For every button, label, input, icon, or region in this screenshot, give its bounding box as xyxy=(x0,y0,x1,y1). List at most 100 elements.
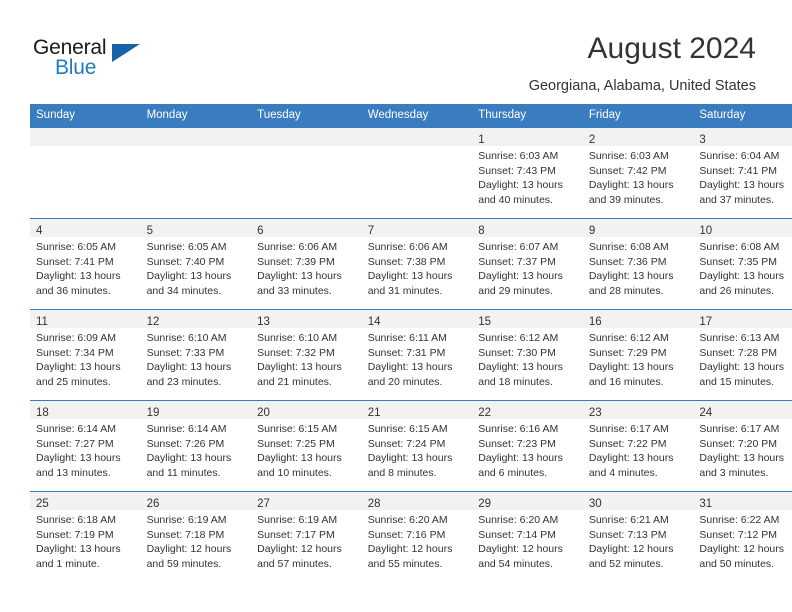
day-detail-line: Sunset: 7:31 PM xyxy=(367,346,446,359)
calendar-day-cell[interactable]: 14 Sunrise: 6:11 AM Sunset: 7:31 PM Dayligh… xyxy=(361,309,473,401)
day-detail-line: Daylight: 13 hours xyxy=(367,270,453,283)
day-detail-line: Daylight: 13 hours xyxy=(478,361,563,374)
day-detail-line: Sunset: 7:30 PM xyxy=(478,346,556,359)
calendar-day-cell-empty xyxy=(30,127,141,219)
day-number-band xyxy=(30,128,141,146)
day-detail-line: Daylight: 13 hours xyxy=(588,361,674,374)
day-number: 1 xyxy=(478,134,485,146)
day-detail-line: Sunset: 7:23 PM xyxy=(478,437,556,450)
day-detail-list: Sunrise: 6:14 AM Sunset: 7:26 PM Daylight:… xyxy=(141,419,252,480)
day-number-band: 16 xyxy=(582,310,694,328)
day-detail-line: and 1 minute. xyxy=(36,557,100,570)
calendar-day-cell[interactable]: 17 Sunrise: 6:13 AM Sunset: 7:28 PM Dayligh… xyxy=(693,309,792,401)
day-number: 28 xyxy=(367,498,381,510)
day-detail-list xyxy=(141,146,252,149)
day-detail-line: and 31 minutes. xyxy=(367,284,443,297)
day-detail-line: and 37 minutes. xyxy=(699,193,775,206)
day-number: 14 xyxy=(367,316,381,328)
general-blue-logo[interactable]: General Blue xyxy=(33,36,153,82)
day-number: 3 xyxy=(699,134,706,146)
day-number: 17 xyxy=(699,316,713,328)
day-detail-line: Sunrise: 6:07 AM xyxy=(478,241,559,253)
calendar-day-cell[interactable]: 1 Sunrise: 6:03 AM Sunset: 7:43 PM Daylight… xyxy=(472,127,583,219)
calendar-day-cell[interactable]: 13 Sunrise: 6:10 AM Sunset: 7:32 PM Dayligh… xyxy=(251,309,362,401)
day-number: 11 xyxy=(36,316,48,328)
day-detail-line: Sunset: 7:14 PM xyxy=(478,528,556,541)
calendar-day-cell[interactable]: 7 Sunrise: 6:06 AM Sunset: 7:38 PM Daylight… xyxy=(361,218,473,310)
calendar-day-cell[interactable]: 24 Sunrise: 6:17 AM Sunset: 7:20 PM Dayligh… xyxy=(693,400,792,492)
calendar-day-cell[interactable]: 4 Sunrise: 6:05 AM Sunset: 7:41 PM Daylight… xyxy=(30,218,141,310)
page-subtitle: Georgiana, Alabama, United States xyxy=(528,78,756,94)
day-number-band: 8 xyxy=(472,219,583,237)
calendar-day-cell[interactable]: 12 Sunrise: 6:10 AM Sunset: 7:33 PM Dayligh… xyxy=(140,309,252,401)
day-detail-list: Sunrise: 6:08 AM Sunset: 7:36 PM Daylight:… xyxy=(583,237,694,298)
day-detail-line: Daylight: 13 hours xyxy=(36,452,121,465)
weekday-header-sunday: Sunday xyxy=(30,104,141,128)
calendar-header-row: Sunday Monday Tuesday Wednesday Thursday Frid… xyxy=(30,104,792,128)
calendar-day-cell[interactable]: 15 Sunrise: 6:12 AM Sunset: 7:30 PM Dayligh… xyxy=(472,309,583,401)
day-detail-list: Sunrise: 6:17 AM Sunset: 7:22 PM Daylight:… xyxy=(583,419,694,480)
day-detail-line: Daylight: 13 hours xyxy=(588,270,674,283)
calendar-day-cell[interactable]: 21 Sunrise: 6:15 AM Sunset: 7:24 PM Dayligh… xyxy=(361,400,473,492)
day-detail-list: Sunrise: 6:06 AM Sunset: 7:39 PM Daylight:… xyxy=(251,237,362,298)
calendar-day-cell[interactable]: 20 Sunrise: 6:15 AM Sunset: 7:25 PM Dayligh… xyxy=(251,400,362,492)
day-detail-line: Daylight: 13 hours xyxy=(699,179,785,192)
day-detail-line: Sunrise: 6:10 AM xyxy=(257,332,338,344)
calendar-day-cell[interactable]: 6 Sunrise: 6:06 AM Sunset: 7:39 PM Daylight… xyxy=(251,218,362,310)
day-detail-line: and 8 minutes. xyxy=(367,466,437,479)
day-detail-line: Sunrise: 6:05 AM xyxy=(146,241,227,253)
day-detail-line: Daylight: 12 hours xyxy=(257,543,342,556)
calendar-day-cell[interactable]: 3 Sunrise: 6:04 AM Sunset: 7:41 PM Daylight… xyxy=(693,127,792,219)
day-detail-line: Daylight: 13 hours xyxy=(699,452,785,465)
day-detail-line: Sunrise: 6:18 AM xyxy=(36,514,116,526)
calendar-day-cell[interactable]: 26 Sunrise: 6:19 AM Sunset: 7:18 PM Dayligh… xyxy=(140,491,252,582)
day-number-band: 12 xyxy=(140,310,252,328)
day-detail-line: Sunset: 7:37 PM xyxy=(478,255,556,268)
day-detail-line: and 16 minutes. xyxy=(588,375,664,388)
calendar-day-cell[interactable]: 9 Sunrise: 6:08 AM Sunset: 7:36 PM Daylight… xyxy=(582,218,694,310)
calendar-day-cell[interactable]: 29 Sunrise: 6:20 AM Sunset: 7:14 PM Dayligh… xyxy=(472,491,583,582)
day-number: 21 xyxy=(367,407,381,419)
day-detail-list: Sunrise: 6:08 AM Sunset: 7:35 PM Daylight:… xyxy=(693,237,792,298)
day-detail-list: Sunrise: 6:16 AM Sunset: 7:23 PM Daylight:… xyxy=(472,419,583,480)
day-detail-list: Sunrise: 6:20 AM Sunset: 7:14 PM Daylight:… xyxy=(472,510,583,571)
day-detail-list: Sunrise: 6:06 AM Sunset: 7:38 PM Daylight:… xyxy=(362,237,473,298)
calendar-day-cell[interactable]: 30 Sunrise: 6:21 AM Sunset: 7:13 PM Dayligh… xyxy=(582,491,694,582)
weekday-header-row: Sunday Monday Tuesday Wednesday Thursday Frid… xyxy=(30,104,792,128)
day-detail-line: and 18 minutes. xyxy=(478,375,553,388)
day-number: 12 xyxy=(146,316,160,328)
day-detail-list: Sunrise: 6:20 AM Sunset: 7:16 PM Daylight:… xyxy=(362,510,473,571)
calendar-day-cell[interactable]: 19 Sunrise: 6:14 AM Sunset: 7:26 PM Dayligh… xyxy=(140,400,252,492)
day-detail-line: Sunrise: 6:11 AM xyxy=(367,332,447,344)
day-detail-list: Sunrise: 6:22 AM Sunset: 7:12 PM Daylight:… xyxy=(693,510,792,571)
calendar-day-cell[interactable]: 16 Sunrise: 6:12 AM Sunset: 7:29 PM Dayligh… xyxy=(582,309,694,401)
day-detail-line: and 11 minutes. xyxy=(146,466,221,479)
day-number-band: 1 xyxy=(472,128,583,146)
calendar-day-cell[interactable]: 22 Sunrise: 6:16 AM Sunset: 7:23 PM Dayligh… xyxy=(472,400,583,492)
calendar-day-cell[interactable]: 2 Sunrise: 6:03 AM Sunset: 7:42 PM Daylight… xyxy=(582,127,694,219)
day-number: 6 xyxy=(257,225,264,237)
calendar-day-cell[interactable]: 27 Sunrise: 6:19 AM Sunset: 7:17 PM Dayligh… xyxy=(251,491,362,582)
calendar-day-cell[interactable]: 28 Sunrise: 6:20 AM Sunset: 7:16 PM Dayligh… xyxy=(361,491,473,582)
day-detail-line: Sunset: 7:35 PM xyxy=(699,255,778,268)
day-number-band: 4 xyxy=(30,219,141,237)
day-detail-list: Sunrise: 6:15 AM Sunset: 7:25 PM Daylight:… xyxy=(251,419,362,480)
calendar-day-cell[interactable]: 11 Sunrise: 6:09 AM Sunset: 7:34 PM Dayligh… xyxy=(30,309,141,401)
calendar-day-cell[interactable]: 10 Sunrise: 6:08 AM Sunset: 7:35 PM Dayligh… xyxy=(693,218,792,310)
day-detail-line: Daylight: 12 hours xyxy=(367,543,453,556)
day-detail-line: and 23 minutes. xyxy=(146,375,222,388)
calendar-day-cell[interactable]: 5 Sunrise: 6:05 AM Sunset: 7:40 PM Daylight… xyxy=(140,218,252,310)
calendar-day-cell[interactable]: 18 Sunrise: 6:14 AM Sunset: 7:27 PM Dayligh… xyxy=(30,400,141,492)
calendar-day-cell[interactable]: 31 Sunrise: 6:22 AM Sunset: 7:12 PM Dayligh… xyxy=(693,491,792,582)
day-detail-line: and 6 minutes. xyxy=(478,466,548,479)
day-detail-line: Daylight: 13 hours xyxy=(478,452,563,465)
day-detail-list: Sunrise: 6:11 AM Sunset: 7:31 PM Daylight:… xyxy=(362,328,473,389)
day-detail-list xyxy=(362,146,473,149)
calendar-day-cell[interactable]: 8 Sunrise: 6:07 AM Sunset: 7:37 PM Daylight… xyxy=(472,218,583,310)
calendar-day-cell-empty xyxy=(251,127,362,219)
day-number-band: 23 xyxy=(582,401,694,419)
day-detail-line: Sunrise: 6:06 AM xyxy=(257,241,338,253)
calendar-day-cell[interactable]: 25 Sunrise: 6:18 AM Sunset: 7:19 PM Dayligh… xyxy=(30,491,141,582)
day-detail-line: Sunset: 7:42 PM xyxy=(588,164,667,177)
calendar-day-cell[interactable]: 23 Sunrise: 6:17 AM Sunset: 7:22 PM Dayligh… xyxy=(582,400,694,492)
